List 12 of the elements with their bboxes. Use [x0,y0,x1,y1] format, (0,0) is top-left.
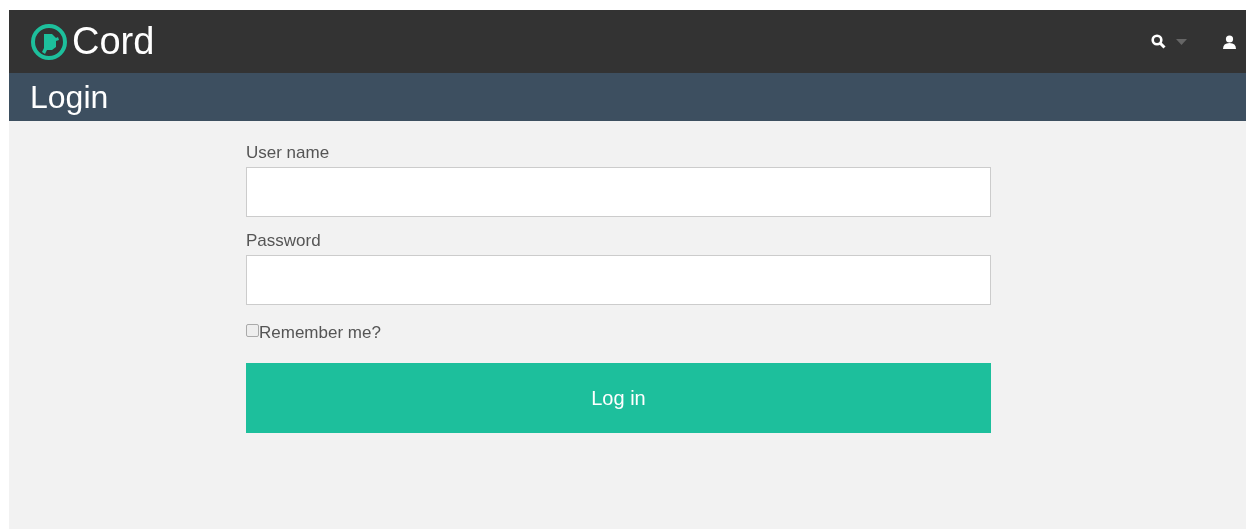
field-label: Password [246,231,322,251]
plug-logo-icon [30,22,68,61]
remember-checkbox[interactable] [246,324,259,337]
field-label: User name [246,143,331,163]
input-field[interactable] [246,255,991,305]
caret-icon [1176,38,1187,45]
search-icon [1151,34,1166,49]
brand-link[interactable]: Cord [30,20,155,63]
user-icon [1223,34,1236,49]
remember-label: Remember me? [259,323,381,343]
page-title: Login [30,78,109,116]
input-field[interactable] [246,167,991,217]
